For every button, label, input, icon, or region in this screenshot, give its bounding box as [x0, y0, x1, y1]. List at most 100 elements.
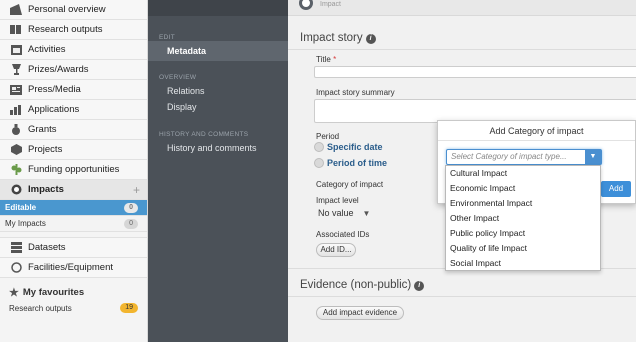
associated-ids-label: Associated IDs	[316, 230, 370, 239]
chevron-down-icon: ▼	[362, 208, 371, 218]
sidebar-item-label: Personal overview	[28, 4, 106, 15]
editor-nav-topstrip	[148, 0, 288, 16]
favourite-count-badge: 19	[120, 303, 138, 313]
title-input[interactable]	[314, 66, 636, 78]
impact-level-value: No value	[318, 208, 354, 218]
sidebar-item-label: Datasets	[28, 242, 66, 253]
dropdown-option[interactable]: Social Impact	[446, 256, 600, 271]
sidebar-subitem-editable[interactable]: Editable 0	[0, 200, 147, 216]
trophy-icon	[9, 64, 23, 76]
editor-nav-history[interactable]: History and comments	[148, 141, 257, 154]
equipment-icon	[9, 262, 23, 274]
section-divider	[288, 49, 636, 50]
sidebar-item-label: Funding opportunities	[28, 164, 120, 175]
sidebar-item-label: Activities	[28, 44, 66, 55]
favourites-label: My favourites	[22, 287, 85, 298]
book-icon	[9, 24, 23, 36]
bars-icon	[9, 104, 23, 116]
sidebar-item-funding[interactable]: Funding opportunities	[0, 160, 147, 180]
editor-nav-metadata[interactable]: Metadata	[148, 41, 288, 61]
add-id-button[interactable]: Add ID...	[316, 243, 356, 257]
radio-dot	[314, 142, 324, 152]
newspaper-icon	[9, 84, 23, 96]
count-badge: 0	[124, 202, 138, 213]
favourite-item-label: Research outputs	[9, 303, 72, 313]
editor-header: Impact	[288, 0, 636, 16]
dropdown-option[interactable]: Other Impact	[446, 211, 600, 226]
funding-icon	[9, 164, 23, 176]
modal-add-button[interactable]: Add	[601, 181, 631, 197]
cube-icon	[9, 144, 23, 156]
category-label: Category of impact	[316, 180, 384, 189]
radio-label: Specific date	[327, 142, 383, 152]
sidebar-item-label: Projects	[28, 144, 63, 155]
impact-icon	[9, 184, 23, 196]
editor-nav-display[interactable]: Display	[148, 100, 197, 113]
dropdown-option[interactable]: Economic Impact	[446, 181, 600, 196]
money-bag-icon	[9, 124, 23, 136]
add-evidence-button[interactable]: Add impact evidence	[316, 306, 404, 320]
sidebar-item-label: Prizes/Awards	[28, 64, 89, 75]
impact-level-select[interactable]: No value ▼	[318, 208, 370, 218]
title-label-text: Title	[316, 55, 331, 64]
editor-nav-relations[interactable]: Relations	[148, 84, 205, 97]
info-icon[interactable]: i	[414, 281, 425, 291]
sidebar-item-label: Grants	[28, 124, 57, 135]
sidebar-subitem-label: Editable	[5, 203, 37, 212]
sidebar-item-impacts[interactable]: Impacts +	[0, 180, 147, 200]
radio-dot	[314, 158, 324, 168]
impact-icon	[299, 0, 313, 10]
sidebar-item-datasets[interactable]: Datasets	[0, 238, 147, 258]
calendar-icon	[9, 44, 23, 56]
favourite-item[interactable]: Research outputs 19	[9, 303, 138, 313]
sidebar-item-research-outputs[interactable]: Research outputs	[0, 20, 147, 40]
editor-nav-panel: EDIT Metadata OVERVIEW Relations Display…	[148, 0, 288, 342]
database-icon	[9, 242, 23, 254]
sidebar-item-activities[interactable]: Activities	[0, 40, 147, 60]
add-impact-icon[interactable]: +	[133, 183, 140, 197]
evidence-title: Evidence (non-public) i	[300, 279, 425, 291]
sidebar-item-personal-overview[interactable]: Personal overview	[0, 0, 147, 20]
evidence-label: Evidence (non-public)	[300, 279, 412, 291]
category-select-placeholder: Select Category of impact type...	[451, 152, 567, 161]
sidebar-item-label: Applications	[28, 104, 80, 115]
sidebar-item-press-media[interactable]: Press/Media	[0, 80, 147, 100]
impact-story-label: Impact story	[300, 32, 363, 44]
info-icon[interactable]: i	[365, 34, 376, 44]
period-specific-date-radio[interactable]: Specific date	[314, 142, 383, 152]
personal-overview-icon	[9, 4, 23, 16]
period-label: Period	[316, 132, 340, 141]
sidebar-item-grants[interactable]: Grants	[0, 120, 147, 140]
dropdown-option[interactable]: Public policy Impact	[446, 226, 600, 241]
category-dropdown-list: Cultural Impact Economic Impact Environm…	[445, 165, 601, 271]
impact-level-label: Impact level	[316, 196, 359, 205]
impact-story-title: Impact story i	[300, 32, 376, 44]
overview-heading: OVERVIEW	[159, 74, 197, 81]
period-of-time-radio[interactable]: Period of time	[314, 158, 387, 168]
sidebar-item-applications[interactable]: Applications	[0, 100, 147, 120]
history-heading: HISTORY AND COMMENTS	[159, 131, 249, 138]
sidebar-item-prizes[interactable]: Prizes/Awards	[0, 60, 147, 80]
dropdown-option[interactable]: Environmental Impact	[446, 196, 600, 211]
sidebar-item-facilities[interactable]: Facilities/Equipment	[0, 258, 147, 278]
sidebar-item-label: Research outputs	[28, 24, 103, 35]
sidebar-subitem-label: My Impacts	[5, 219, 46, 228]
dropdown-option[interactable]: Cultural Impact	[446, 166, 600, 181]
chevron-down-icon: ▼	[585, 150, 601, 164]
favourites-section: ★ My favourites Research outputs 19	[0, 278, 147, 313]
title-label: Title *	[316, 55, 336, 64]
sidebar-subitem-my-impacts[interactable]: My Impacts 0	[0, 216, 147, 232]
edit-heading: EDIT	[159, 34, 176, 41]
sidebar: Personal overview Research outputs Activ…	[0, 0, 148, 342]
sidebar-item-label: Press/Media	[28, 84, 81, 95]
editor-header-label: Impact	[320, 1, 342, 8]
required-mark: *	[333, 55, 337, 64]
sidebar-item-projects[interactable]: Projects	[0, 140, 147, 160]
category-type-select[interactable]: Select Category of impact type... ▼	[446, 149, 602, 165]
count-badge: 0	[124, 218, 138, 229]
dropdown-option[interactable]: Quality of life Impact	[446, 241, 600, 256]
modal-title: Add Category of impact	[438, 121, 635, 141]
summary-label: Impact story summary	[316, 88, 395, 97]
sidebar-item-label: Facilities/Equipment	[28, 262, 114, 273]
section-divider	[288, 296, 636, 297]
